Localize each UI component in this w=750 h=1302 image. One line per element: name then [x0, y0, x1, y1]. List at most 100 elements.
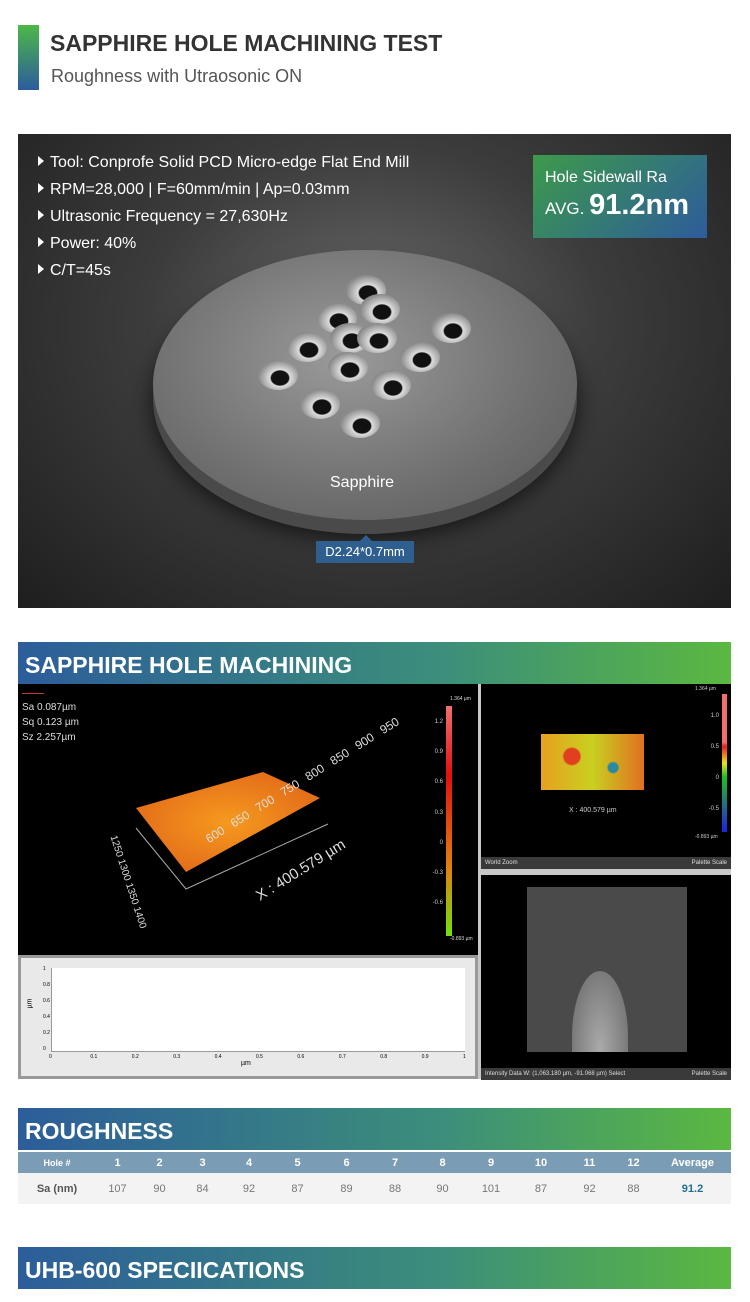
machined-hole [258, 360, 298, 390]
scale-min: -0.893 µm [695, 834, 718, 840]
x-tick-label: 0.5 [256, 1054, 263, 1060]
x-tick-label: 0.2 [131, 1054, 139, 1060]
section-specifications-title: UHB-600 SPECIICATIONS [18, 1247, 731, 1289]
y-tick-label: 0.8 [43, 982, 50, 988]
x-axis-label: µm [241, 1060, 251, 1067]
avg-ra-badge: Hole Sidewall Ra AVG. 91.2nm [533, 155, 707, 238]
machined-hole [287, 332, 327, 362]
machined-hole [371, 370, 411, 400]
scale-tick-label: -0.5 [708, 806, 719, 812]
x-tick-label: 0.1 [90, 1054, 98, 1060]
y-tick-label: 0.4 [43, 1014, 50, 1020]
y-axis-label: µm [26, 998, 34, 1009]
scale-tick-label: -0.6 [432, 900, 443, 907]
column-header: 11 [566, 1152, 613, 1173]
scale-tick-label: 0 [439, 839, 443, 846]
scale-min: -0.893 µm [450, 936, 473, 942]
machined-hole [400, 342, 440, 372]
section-roughness-title: ROUGHNESS [18, 1108, 731, 1150]
machined-hole [431, 313, 471, 343]
column-header: 10 [516, 1152, 566, 1173]
cell-value: 92 [566, 1173, 613, 1204]
spec-tool: Tool: Conprofe Solid PCD Micro-edge Flat… [38, 154, 409, 172]
column-header: 4 [225, 1152, 273, 1173]
cell-value: 92 [225, 1173, 273, 1204]
spec-frequency: Ultrasonic Frequency = 27,630Hz [38, 208, 288, 226]
row-label: Sa (nm) [18, 1173, 96, 1204]
cell-value: 107 [96, 1173, 139, 1204]
column-header: 6 [322, 1152, 371, 1173]
scale-max: 1.364 µm [450, 696, 471, 702]
3d-surface-view: Sa 0.087µm Sq 0.123 µm Sz 2.257µm 600 65… [18, 684, 478, 955]
scale-max: 1.364 µm [695, 686, 716, 692]
scale-tick-label: -0.3 [432, 870, 443, 876]
dimension-tag: D2.24*0.7mm [316, 535, 414, 563]
column-header: 5 [273, 1152, 322, 1173]
height-map [541, 734, 644, 790]
x-tick-label: 1 [463, 1054, 466, 1060]
column-header: Hole # [18, 1152, 96, 1173]
cell-value: 88 [371, 1173, 419, 1204]
machined-hole [340, 408, 380, 438]
machined-hole [300, 389, 340, 419]
y-tick-label: 1 [43, 966, 46, 972]
x-tick-label: 0.4 [214, 1054, 222, 1060]
badge-prefix: AVG. [545, 199, 585, 218]
spec-cycle-time: C/T=45s [38, 262, 111, 280]
cell-value: 101 [466, 1173, 516, 1204]
scale-tick-label: 0.3 [434, 809, 443, 816]
table-header-row: Hole #1 2 3 4 5 6 7 8 9 10 11 12 Average [18, 1152, 731, 1173]
page-title: SAPPHIRE HOLE MACHINING TEST [50, 30, 443, 56]
cell-value: 84 [180, 1173, 225, 1204]
column-header: 7 [371, 1152, 419, 1173]
y-tick-label: 0.2 [43, 1030, 50, 1036]
badge-label: Hole Sidewall Ra [545, 169, 667, 186]
cell-value: 90 [139, 1173, 180, 1204]
scale-tick-label: 1.2 [434, 719, 443, 725]
column-header: 8 [419, 1152, 466, 1173]
machined-hole [360, 294, 400, 324]
scale-tick-label: 0 [715, 775, 719, 781]
cell-value: 90 [419, 1173, 466, 1204]
profile-plot-area [51, 968, 465, 1052]
x-axis-label: X : 400.579 µm [569, 807, 617, 814]
average-value: 91.2 [654, 1173, 731, 1204]
machined-hole [357, 323, 397, 353]
y-tick-label: 0 [43, 1046, 46, 1052]
table-row: Sa (nm) 107 90 84 92 87 89 88 90 101 87 92 88 91.2 [18, 1173, 731, 1204]
status-bar-bottom: Intensity Data W: (1,063.180 µm, -91.068… [481, 1068, 731, 1080]
scale-tick-label: 0.6 [434, 779, 443, 786]
x-tick-label: 0.8 [380, 1054, 388, 1060]
roughness-table: Hole #1 2 3 4 5 6 7 8 9 10 11 12 Average Sa (nm) 107 9… [18, 1152, 731, 1204]
cell-value: 87 [273, 1173, 322, 1204]
intensity-view [481, 875, 731, 1069]
column-header: 2 [139, 1152, 180, 1173]
color-scale-bar [446, 706, 452, 936]
page-subtitle: Roughness with Utraosonic ON [51, 66, 303, 86]
status-right: Palette Scale [691, 860, 727, 866]
x-tick-label: 0.9 [421, 1054, 429, 1060]
color-scale-bar [722, 694, 727, 832]
scale-tick-label: 0.5 [710, 744, 719, 750]
sapphire-photo: Tool: Conprofe Solid PCD Micro-edge Flat… [18, 134, 731, 608]
2d-color-map: X : 400.579 µm 1.364 µm -0.893 µm 1.0 0.5… [481, 684, 731, 857]
x-tick-label: 0.7 [338, 1054, 346, 1060]
spec-rpm: RPM=28,000 | F=60mm/min | Ap=0.03mm [38, 181, 350, 199]
badge-value: 91.2nm [589, 189, 690, 221]
tool-tip-shape [572, 971, 628, 1052]
column-header: Average [654, 1152, 731, 1173]
column-header: 12 [613, 1152, 654, 1173]
header-accent-bar [18, 25, 39, 90]
column-header: 9 [466, 1152, 516, 1173]
scale-tick-label: 1.0 [710, 713, 719, 719]
spec-power: Power: 40% [38, 235, 136, 253]
x-tick-label: 0 [49, 1054, 52, 1060]
column-header: 1 [96, 1152, 139, 1173]
status-left: Intensity Data W: (1,063.180 µm, -91.068… [485, 1071, 626, 1077]
material-label: Sapphire [330, 474, 395, 491]
intensity-image [527, 887, 687, 1052]
status-left: World Zoom [485, 860, 518, 866]
machined-hole [328, 352, 368, 382]
x-tick-label: 0.3 [173, 1054, 181, 1060]
section-machining-title: SAPPHIRE HOLE MACHINING [18, 642, 731, 684]
